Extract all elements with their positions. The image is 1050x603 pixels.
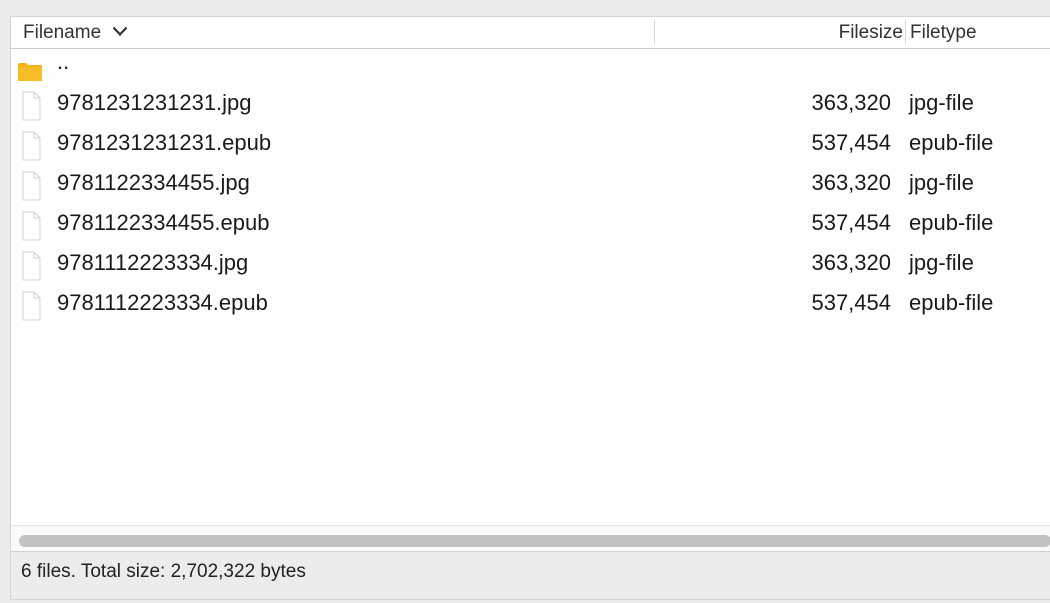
chevron-down-icon <box>112 16 128 47</box>
file-size: 537,454 <box>811 130 891 155</box>
file-name: 9781112223334.jpg <box>57 250 249 275</box>
file-icon <box>19 291 41 334</box>
file-type: epub-file <box>909 290 994 315</box>
file-list: .. 9781231231231.jpg 363,320 jpg-file 97… <box>11 49 1050 323</box>
file-row[interactable]: 9781122334455.epub 537,454 epub-file <box>11 203 1050 243</box>
file-size: 537,454 <box>811 210 891 235</box>
file-name: 9781122334455.jpg <box>57 170 250 195</box>
scrollbar-thumb[interactable] <box>19 535 1050 547</box>
file-size: 363,320 <box>811 170 891 195</box>
file-list-panel: Filename Filesize Filetype .. 9781231231… <box>10 16 1050 600</box>
file-row[interactable]: 9781231231231.jpg 363,320 jpg-file <box>11 83 1050 123</box>
column-divider[interactable] <box>654 20 655 44</box>
file-type: jpg-file <box>909 170 974 195</box>
file-row[interactable]: 9781231231231.epub 537,454 epub-file <box>11 123 1050 163</box>
column-header: Filename Filesize Filetype <box>11 17 1050 49</box>
status-bar: 6 files. Total size: 2,702,322 bytes <box>11 551 1050 599</box>
file-row[interactable]: 9781112223334.epub 537,454 epub-file <box>11 283 1050 323</box>
parent-directory-label: .. <box>57 49 70 74</box>
horizontal-scrollbar[interactable] <box>11 525 1050 552</box>
file-size: 537,454 <box>811 290 891 315</box>
file-row[interactable]: 9781122334455.jpg 363,320 jpg-file <box>11 163 1050 203</box>
file-name: 9781112223334.epub <box>57 290 268 315</box>
filesize-column-header[interactable]: Filesize <box>839 17 903 48</box>
filename-column-header[interactable]: Filename <box>23 17 128 48</box>
file-type: epub-file <box>909 130 994 155</box>
file-type: jpg-file <box>909 90 974 115</box>
file-type: epub-file <box>909 210 994 235</box>
filetype-column-header[interactable]: Filetype <box>910 17 977 48</box>
filename-header-label: Filename <box>23 22 102 43</box>
file-name: 9781231231231.epub <box>57 130 272 155</box>
file-row[interactable]: 9781112223334.jpg 363,320 jpg-file <box>11 243 1050 283</box>
file-size: 363,320 <box>811 250 891 275</box>
file-name: 9781231231231.jpg <box>57 90 252 115</box>
file-type: jpg-file <box>909 250 974 275</box>
file-name: 9781122334455.epub <box>57 210 270 235</box>
file-size: 363,320 <box>811 90 891 115</box>
column-divider[interactable] <box>905 20 906 44</box>
parent-directory-row[interactable]: .. <box>11 49 1050 83</box>
